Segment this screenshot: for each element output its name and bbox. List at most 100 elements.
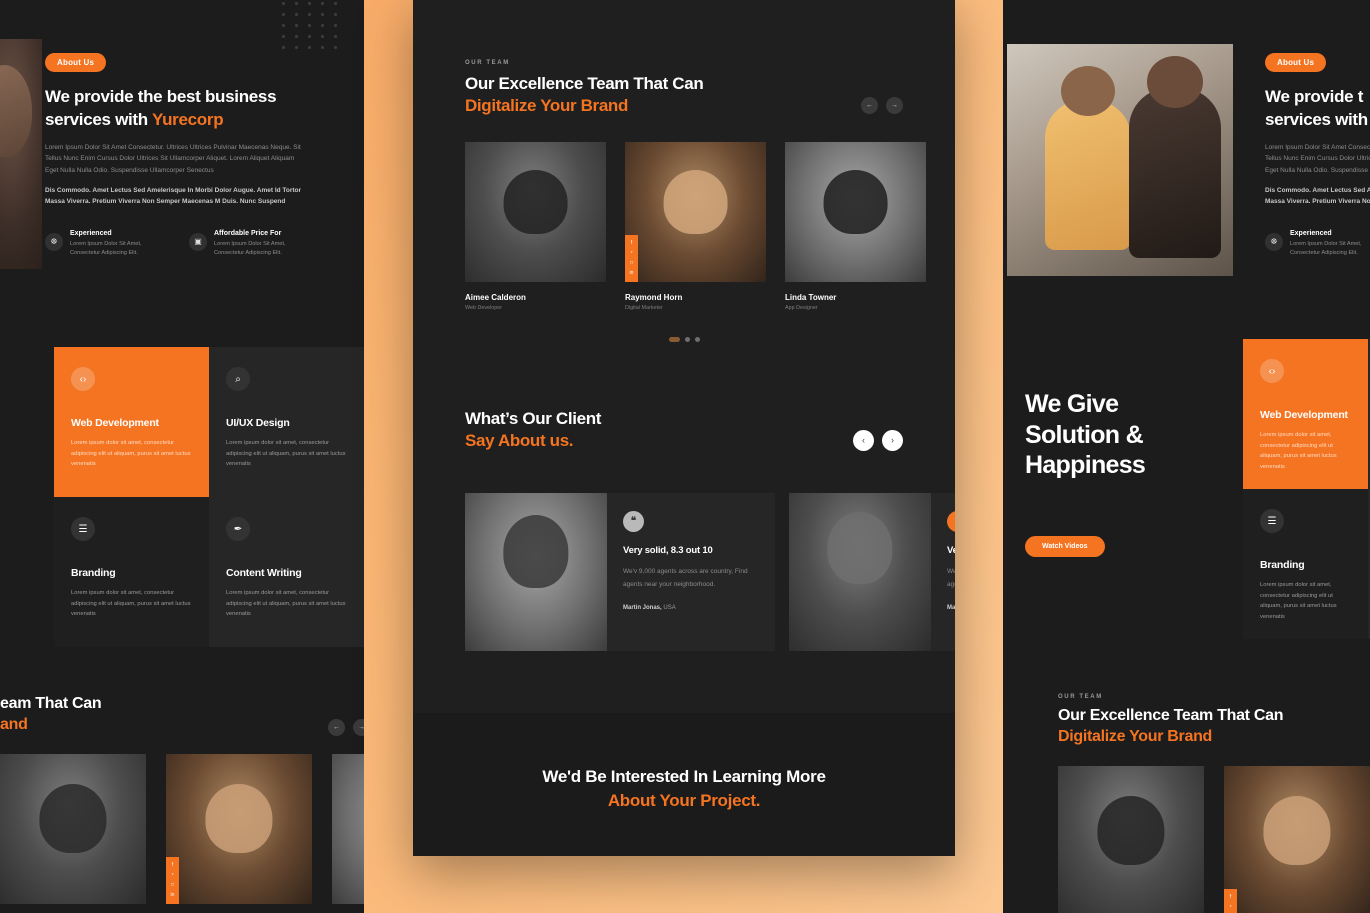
service-title: UI/UX Design (226, 417, 290, 429)
cta-heading-accent: About Your Project. (607, 791, 761, 811)
testimonial-card[interactable]: ❝ Very solid, 8.3 out 10 We'v 9,000 agen… (465, 492, 775, 651)
team-member-card[interactable]: Aimee Calderon Web Developer (465, 141, 606, 311)
service-desc: Lorem ipsum dolor sit amet, consectetur … (226, 440, 346, 468)
linkedin-icon[interactable]: in (630, 270, 634, 276)
team-member-card[interactable]: Linda Towner App Designer (785, 141, 926, 311)
linkedin-icon[interactable]: in (171, 892, 175, 898)
search-icon: ⌕ (226, 367, 250, 391)
arrow-right-icon[interactable]: → (353, 718, 364, 736)
hero-photo-left (0, 39, 42, 269)
about-us-badge[interactable]: About Us (45, 53, 107, 72)
service-desc: Lorem ipsum dolor sit amet, consectetur … (1260, 432, 1337, 471)
cta-heading-line1: We'd Be Interested In Learning More (542, 766, 826, 786)
instagram-icon[interactable]: □ (171, 882, 174, 888)
carousel-dot[interactable] (684, 336, 690, 342)
arrow-right-icon[interactable]: → (886, 96, 903, 114)
give-heading-line3: Happiness (1025, 451, 1146, 479)
testimonial-author-country: USA (663, 604, 676, 611)
service-desc: Lorem ipsum dolor sit amet, consectetur … (71, 440, 191, 468)
team-member-name: Linda Towner (785, 292, 837, 302)
center-team-section: OUR TEAM Our Excellence Team That Can Di… (413, 0, 955, 342)
team-member-photo: f ᵛ □ in (166, 753, 312, 904)
feature-affordable-price: ▣ Affordable Price For Lorem Ipsum Dolor… (189, 230, 307, 258)
team-member-card[interactable]: f ᵛ □ in (166, 753, 312, 904)
testimonial-author: Martin Jonas, USA (623, 605, 759, 611)
watch-videos-button[interactable]: Watch Videos (1025, 535, 1105, 557)
service-card-branding[interactable]: ☰ Branding Lorem ipsum dolor sit amet, c… (1243, 489, 1368, 639)
team-member-photo: f ᵛ □ in (625, 141, 766, 282)
team-member-card[interactable] (332, 753, 364, 904)
team-eyebrow: OUR TEAM (465, 60, 510, 66)
service-card-branding[interactable]: ☰ Branding Lorem ipsum dolor sit amet, c… (54, 497, 209, 647)
testimonials-heading-accent: Say About us. (465, 431, 574, 451)
feature-experienced: ☸ Experienced Lorem Ipsum Dolor Sit Amet… (45, 230, 163, 258)
center-cta-section: We'd Be Interested In Learning More Abou… (413, 712, 955, 856)
facebook-icon[interactable]: f (631, 240, 632, 246)
right-hero-heading-line1: We provide t (1265, 87, 1364, 106)
service-desc: Lorem ipsum dolor sit amet, consectetur … (226, 590, 346, 618)
chevron-right-icon[interactable]: › (882, 429, 903, 451)
twitter-icon[interactable]: ᵛ (172, 872, 174, 878)
give-heading: We Give Solution & Happiness (1025, 389, 1255, 481)
chevron-left-icon[interactable]: ‹ (853, 429, 874, 451)
person-yellow-shirt (1045, 66, 1131, 250)
facebook-icon[interactable]: f (1230, 894, 1231, 900)
left-team-heading-accent-clip: and (0, 715, 28, 733)
hero-feature-row: ☸ Experienced Lorem Ipsum Dolor Sit Amet… (45, 230, 307, 258)
service-card-web-development[interactable]: ‹› Web Development Lorem ipsum dolor sit… (1243, 339, 1368, 489)
hero-photo-right (1007, 44, 1233, 276)
testimonials-header: What’s Our Client Say About us. ‹ › (465, 408, 903, 453)
service-title: Web Development (71, 417, 159, 429)
service-desc: Lorem ipsum dolor sit amet, consectetur … (1260, 582, 1337, 621)
give-heading-line2: Solution & (1025, 420, 1144, 449)
hero-heading-line1: We provide the best business (45, 87, 277, 106)
left-services-grid: ‹› Web Development Lorem ipsum dolor sit… (54, 347, 364, 647)
social-links-bar: f ᵛ □ in (166, 856, 179, 904)
briefcase-icon: ▣ (189, 232, 207, 251)
left-team-nav: ← → (328, 718, 364, 736)
feature-title: Experienced (70, 229, 112, 237)
testimonials-carousel-nav: ‹ › (853, 429, 903, 451)
feature-desc: Lorem Ipsum Dolor Sit Amet, Consectetur … (1290, 240, 1362, 256)
carousel-dot[interactable] (694, 336, 700, 342)
team-member-card[interactable] (0, 753, 146, 904)
facebook-icon[interactable]: f (172, 862, 173, 868)
dot-grid-decoration (282, 2, 344, 50)
right-hero-heading: We provide t services with (1265, 86, 1370, 132)
twitter-icon[interactable]: ᵛ (1230, 904, 1232, 910)
testimonials-heading-line1: What’s Our Client (465, 408, 602, 428)
team-member-card[interactable]: f ᵛ □ in Raymond Horn Digital Marketer (625, 141, 766, 311)
right-mid-section: We Give Solution & Happiness Watch Video… (1003, 339, 1370, 649)
team-member-photo (0, 753, 146, 904)
code-icon: ‹› (1260, 359, 1284, 383)
right-hero-feature-row: ☸ Experienced Lorem Ipsum Dolor Sit Amet… (1265, 230, 1370, 258)
service-title: Branding (71, 567, 116, 579)
team-member-card[interactable] (1058, 765, 1204, 913)
service-title: Content Writing (226, 567, 302, 579)
service-card-ui-ux-design[interactable]: ⌕ UI/UX Design Lorem ipsum dolor sit ame… (209, 347, 364, 497)
right-hero-paragraph-muted: Lorem Ipsum Dolor Sit Amet Consectetur. … (1265, 143, 1370, 174)
service-card-content-writing[interactable]: ✒ Content Writing Lorem ipsum dolor sit … (209, 497, 364, 647)
carousel-dot-active[interactable] (668, 336, 680, 342)
center-team-header: OUR TEAM Our Excellence Team That Can Di… (465, 60, 903, 118)
team-member-name: Aimee Calderon (465, 292, 526, 302)
team-member-photo: f ᵛ (1224, 765, 1370, 913)
testimonial-author-name: Martin Jonas, (947, 604, 955, 611)
testimonial-photo (789, 492, 931, 651)
layers-icon: ☰ (71, 517, 95, 541)
pen-icon: ✒ (226, 517, 250, 541)
about-us-badge[interactable]: About Us (1265, 53, 1327, 72)
instagram-icon[interactable]: □ (630, 260, 633, 266)
service-card-web-development[interactable]: ‹› Web Development Lorem ipsum dolor sit… (54, 347, 209, 497)
right-team-cards: f ᵛ (1058, 765, 1370, 913)
arrow-left-icon[interactable]: ← (861, 96, 878, 114)
left-team-heading: eam That Can and (0, 694, 102, 736)
twitter-icon[interactable]: ᵛ (631, 250, 633, 256)
social-links-bar: f ᵛ □ in (625, 234, 638, 282)
center-website-panel: OUR TEAM Our Excellence Team That Can Di… (413, 0, 955, 856)
testimonial-author: Martin Jonas, USA (947, 605, 955, 611)
team-member-card[interactable]: f ᵛ (1224, 765, 1370, 913)
arrow-left-icon[interactable]: ← (328, 718, 345, 736)
testimonial-card[interactable]: ❝ Very solid, 8.3 out 10 We'v 9,000 agen… (789, 492, 955, 651)
team-heading-line1: Our Excellence Team That Can (465, 74, 704, 93)
